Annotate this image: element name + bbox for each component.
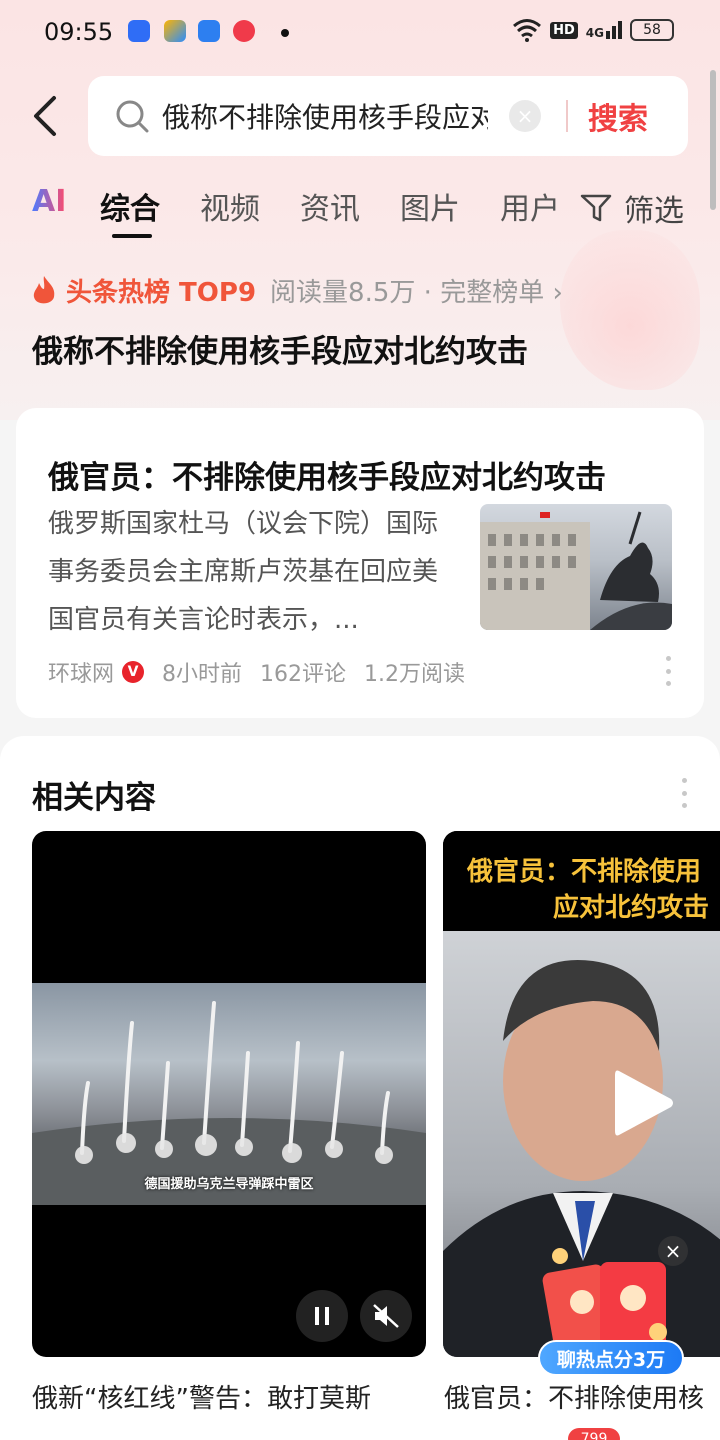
filter-label: 筛选 — [624, 194, 684, 229]
status-bar: 09:55 HD 4G 58 — [0, 0, 720, 64]
active-tab-indicator — [112, 234, 152, 238]
mute-button[interactable] — [360, 1290, 412, 1342]
news-meta: 环球网 V 8小时前 162评论 1.2万阅读 — [48, 656, 465, 688]
feather-app-icon — [198, 20, 220, 42]
hotlist-rank: 头条热榜 TOP9 — [66, 278, 257, 308]
hotlist-title[interactable]: 俄称不排除使用核手段应对北约攻击 — [32, 326, 528, 371]
muted-speaker-icon — [373, 1304, 399, 1328]
record-app-icon — [233, 20, 255, 42]
more-options-icon[interactable] — [664, 656, 672, 686]
search-tabs: AI 综合 视频 资讯 图片 用户 筛选 — [0, 180, 720, 240]
promo-close-button[interactable]: × — [658, 1236, 688, 1266]
wifi-icon — [513, 19, 542, 42]
tab-images[interactable]: 图片 — [400, 184, 460, 228]
clear-search-button[interactable]: × — [509, 100, 541, 132]
pause-icon — [315, 1307, 329, 1325]
video-headline-banner: 俄官员：不排除使用 应对北约攻击 — [443, 831, 720, 931]
missile-launch-image — [32, 1001, 426, 1205]
filter-icon — [580, 194, 612, 222]
news-title[interactable]: 俄官员：不排除使用核手段应对北约攻击 — [48, 452, 606, 497]
video-headline-line2: 应对北约攻击 — [553, 893, 710, 923]
flame-icon — [33, 275, 55, 303]
close-icon: × — [516, 104, 534, 128]
related-more-icon[interactable] — [680, 778, 688, 808]
battery-indicator: 58 — [630, 19, 674, 41]
pause-button[interactable] — [296, 1290, 348, 1342]
tab-ai[interactable]: AI — [32, 184, 66, 219]
video-subtitle: 德国援助乌克兰导弹踩中雷区 — [144, 1177, 314, 1192]
related-title: 相关内容 — [32, 780, 156, 816]
news-time: 8小时前 — [162, 662, 243, 687]
search-divider — [566, 100, 568, 132]
search-button[interactable]: 搜索 — [588, 94, 648, 138]
news-thumbnail[interactable] — [480, 504, 672, 630]
notification-badge: 799 — [568, 1428, 620, 1440]
play-button[interactable] — [607, 1065, 677, 1141]
tab-general[interactable]: 综合 — [100, 184, 160, 228]
news-summary: 俄罗斯国家杜马（议会下院）国际事务委员会主席斯卢茨基在回应美国官员有关言论时表示… — [48, 509, 439, 635]
search-icon — [116, 100, 149, 133]
play-icon — [615, 1070, 673, 1136]
tab-users[interactable]: 用户 — [500, 184, 560, 228]
video-caption-1[interactable]: 俄新“核红线”警告：敢打莫斯 — [32, 1378, 371, 1415]
news-comments: 162评论 — [260, 662, 347, 687]
promo-label[interactable]: 聊热点分3万 — [538, 1340, 684, 1376]
signal-icon: 4G — [586, 21, 622, 39]
video-card-1[interactable]: 德国援助乌克兰导弹踩中雷区 — [32, 831, 426, 1357]
video-app-icon — [164, 20, 186, 42]
hd-badge: HD — [550, 21, 578, 39]
search-box[interactable]: × 搜索 — [88, 76, 688, 156]
video-headline-line1: 俄官员：不排除使用 — [467, 857, 702, 887]
baidu-icon — [128, 20, 150, 42]
news-source[interactable]: 环球网 — [48, 656, 114, 688]
building-statue-image — [480, 511, 672, 630]
news-card[interactable]: 俄官员：不排除使用核手段应对北约攻击 俄罗斯国家杜马（议会下院）国际事务委员会主… — [16, 408, 704, 718]
status-time: 09:55 — [44, 18, 114, 46]
red-packet-promo[interactable]: × 聊热点分3万 — [536, 1236, 696, 1384]
verified-icon: V — [122, 661, 145, 683]
search-input[interactable] — [162, 96, 488, 136]
hotlist-meta[interactable]: 阅读量8.5万 · 完整榜单 › — [270, 272, 563, 309]
back-button[interactable] — [26, 94, 66, 138]
status-indicators: HD 4G 58 — [512, 18, 674, 42]
tab-video[interactable]: 视频 — [200, 184, 260, 228]
notification-dot — [281, 29, 289, 37]
video-frame: 德国援助乌克兰导弹踩中雷区 — [32, 983, 426, 1205]
chevron-left-icon — [34, 96, 56, 136]
filter-button[interactable]: 筛选 — [580, 186, 684, 230]
hotlist-banner[interactable]: 头条热榜 TOP9 阅读量8.5万 · 完整榜单 › — [30, 272, 563, 309]
tab-news[interactable]: 资讯 — [300, 184, 360, 228]
news-reads: 1.2万阅读 — [364, 662, 466, 687]
signal-type: 4G — [585, 26, 604, 40]
